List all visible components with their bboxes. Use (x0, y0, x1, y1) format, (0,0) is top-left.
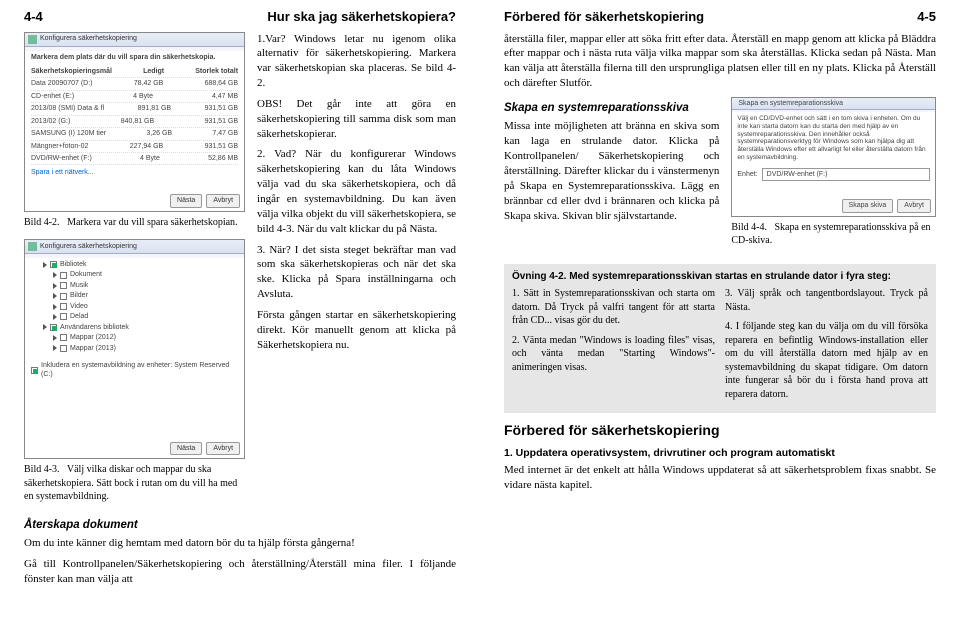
win2-cancel-button: Avbryt (206, 442, 240, 455)
exercise-step-3: 3. Välj språk och tangentbordslayout. Tr… (725, 287, 928, 314)
win1-desc: Markera dem plats där du vill spara din … (31, 53, 238, 62)
header-title-left: Hur ska jag säkerhetskopiera? (267, 8, 456, 26)
win1-link: Spara i ett nätverk... (31, 168, 238, 177)
para-skapa: Missa inte möjligheten att bränna en ski… (504, 119, 719, 223)
win1-title: Konfigurera säkerhetskopiering (40, 34, 137, 43)
page-number-right: 4-5 (917, 8, 936, 26)
exercise-4-2: Övning 4-2. Med systemreparationsskivan … (504, 264, 936, 414)
win1-cancel-button: Avbryt (206, 194, 240, 207)
heading-aterskapa: Återskapa dokument (24, 518, 456, 534)
para-1-var: 1.Var? Windows letar nu igenom olika alt… (257, 32, 456, 91)
right-columns: Skapa en systemreparationsskiva Missa in… (504, 97, 936, 258)
left-header: 4-4 Hur ska jag säkerhetskopiera? (24, 8, 456, 26)
para-update: Med internet är det enkelt att hålla Win… (504, 463, 936, 493)
win3-create-button: Skapa skiva (842, 199, 894, 212)
screenshot-fig-4-3: Konfigurera säkerhetskopiering Bibliotek… (24, 239, 245, 459)
window-icon (28, 242, 37, 251)
right-page: Förbered för säkerhetskopiering 4-5 åter… (480, 0, 960, 644)
win3-drive-select: DVD/RW-enhet (F:) (762, 168, 930, 181)
win1-next-button: Nästa (170, 194, 202, 207)
para-first-time: Första gången startar en säkerhetskopier… (257, 308, 456, 353)
para-2-vad: 2. Vad? När du konfigurerar Windows säke… (257, 147, 456, 236)
caption-4-2: Bild 4-2. Markera var du vill spara säke… (24, 216, 245, 230)
heading-update: 1. Uppdatera operativsystem, drivrutiner… (504, 446, 936, 460)
win3-cancel-button: Avbryt (897, 199, 931, 212)
exercise-heading: Övning 4-2. Med systemreparationsskivan … (512, 270, 928, 284)
exercise-step-4: 4. I följande steg kan du välja om du vi… (725, 320, 928, 401)
caption-4-4: Bild 4-4. Skapa en systemreparationsskiv… (731, 221, 936, 248)
left-col-images: Konfigurera säkerhetskopiering Markera d… (24, 32, 245, 514)
right-col-image: Skapa en systemreparationsskiva Välj en … (731, 97, 936, 258)
win3-title: Skapa en systemreparationsskiva (738, 99, 843, 108)
screenshot-fig-4-4: Skapa en systemreparationsskiva Välj en … (731, 97, 936, 217)
header-title-right: Förbered för säkerhetskopiering (504, 8, 704, 26)
left-col-text: 1.Var? Windows letar nu igenom olika alt… (257, 32, 456, 514)
para-continuation: återställa filer, mappar eller att söka … (504, 32, 936, 91)
heading-forbered: Förbered för säkerhetskopiering (504, 421, 936, 440)
para-help: Om du inte känner dig hemtam med datorn … (24, 536, 456, 551)
right-header: Förbered för säkerhetskopiering 4-5 (504, 8, 936, 26)
page-number-left: 4-4 (24, 8, 43, 26)
left-page: 4-4 Hur ska jag säkerhetskopiera? Konfig… (0, 0, 480, 644)
exercise-step-2: 2. Vänta medan "Windows is loading files… (512, 334, 715, 375)
right-col-text: Skapa en systemreparationsskiva Missa in… (504, 97, 719, 258)
para-obs: OBS! Det går inte att göra en säkerhetsk… (257, 97, 456, 142)
left-columns: Konfigurera säkerhetskopiering Markera d… (24, 32, 456, 514)
win2-title: Konfigurera säkerhetskopiering (40, 242, 137, 251)
window-icon (28, 35, 37, 44)
para-go-control-panel: Gå till Kontrollpanelen/Säkerhetskopieri… (24, 557, 456, 587)
para-3-nar: 3. När? I det sista steget bekräftar man… (257, 243, 456, 302)
win2-next-button: Nästa (170, 442, 202, 455)
exercise-step-1: 1. Sätt in Systemreparationsskivan och s… (512, 287, 715, 328)
caption-4-3: Bild 4-3. Välj vilka diskar och mappar d… (24, 463, 245, 504)
heading-skapa: Skapa en systemreparationsskiva (504, 101, 719, 117)
screenshot-fig-4-2: Konfigurera säkerhetskopiering Markera d… (24, 32, 245, 212)
